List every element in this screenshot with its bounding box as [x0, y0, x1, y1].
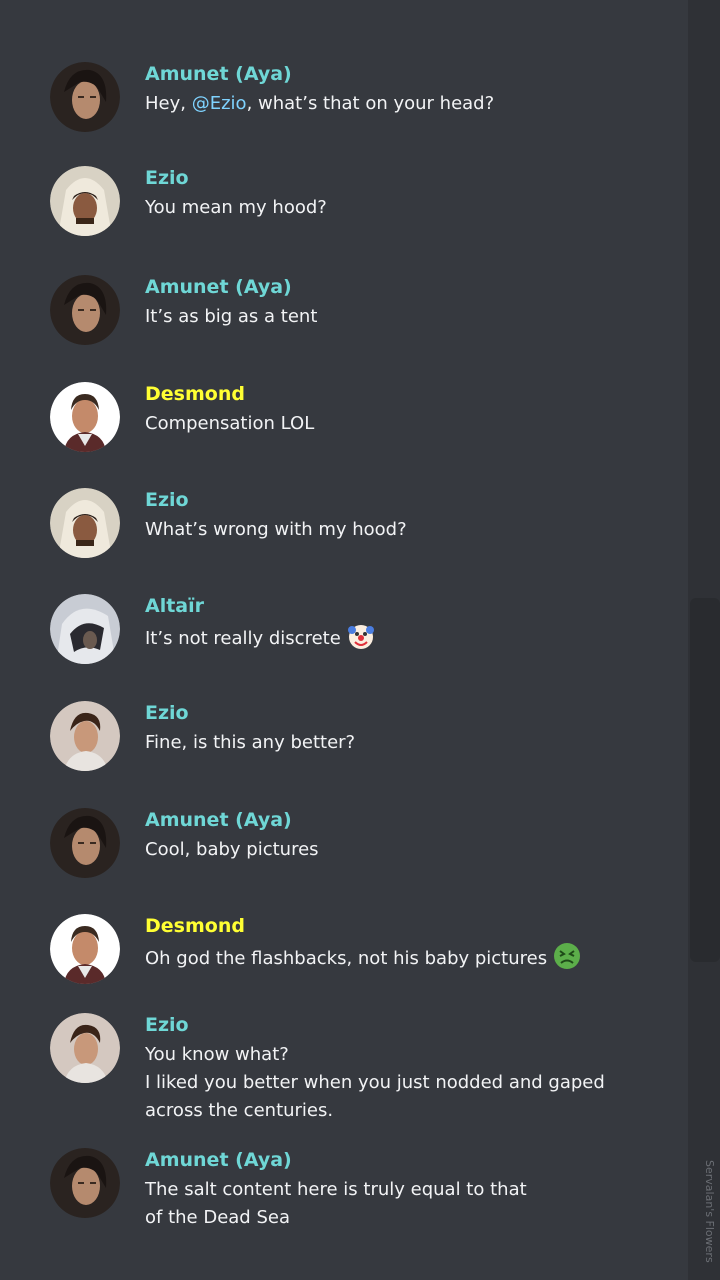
message-text: Compensation LOL	[145, 413, 315, 434]
message-text: The salt content here is truly equal to …	[145, 1179, 527, 1228]
ezio-hood-avatar[interactable]	[50, 166, 120, 236]
amunet-avatar[interactable]	[50, 62, 120, 132]
scrollbar-track[interactable]	[688, 0, 720, 1280]
message-author[interactable]: Ezio	[145, 166, 189, 190]
watermark: Servalan's Flowers	[703, 1160, 716, 1263]
message-author[interactable]: Altaïr	[145, 594, 204, 618]
desmond-avatar[interactable]	[50, 382, 120, 452]
message-author[interactable]: Ezio	[145, 1013, 189, 1037]
message-author[interactable]: Amunet (Aya)	[145, 1148, 292, 1172]
message-text: What’s wrong with my hood?	[145, 519, 407, 540]
message-text: It’s as big as a tent	[145, 306, 318, 327]
desmond-avatar[interactable]	[50, 914, 120, 984]
message-author[interactable]: Amunet (Aya)	[145, 62, 292, 86]
message-author[interactable]: Amunet (Aya)	[145, 275, 292, 299]
message-text: You know what? I liked you better when y…	[145, 1041, 615, 1125]
nauseated-emoji	[553, 942, 581, 970]
ezio-hood-avatar[interactable]	[50, 488, 120, 558]
scrollbar-thumb[interactable]	[690, 598, 720, 962]
altair-avatar[interactable]	[50, 594, 120, 664]
message-text: You mean my hood?	[145, 197, 327, 218]
message-text: Cool, baby pictures	[145, 839, 319, 860]
message-text: Oh god the flashbacks, not his baby pict…	[145, 942, 615, 973]
message-text: It’s not really discrete	[145, 622, 615, 653]
message-line: You know what?	[145, 1044, 289, 1065]
amunet-avatar[interactable]	[50, 275, 120, 345]
message-author[interactable]: Ezio	[145, 701, 189, 725]
message-author[interactable]: Desmond	[145, 382, 245, 406]
user-mention[interactable]: @Ezio	[192, 93, 247, 114]
message-line: I liked you better when you just nodded …	[145, 1072, 605, 1121]
amunet-avatar[interactable]	[50, 808, 120, 878]
clown-emoji	[347, 622, 375, 650]
message-text: Hey, @Ezio, what’s that on your head?	[145, 93, 495, 114]
chat-log: Amunet (Aya) Hey, @Ezio, what’s that on …	[0, 0, 688, 1280]
young-ezio-avatar[interactable]	[50, 1013, 120, 1083]
message-text: Fine, is this any better?	[145, 732, 356, 753]
message-author[interactable]: Desmond	[145, 914, 245, 938]
young-ezio-avatar[interactable]	[50, 701, 120, 771]
message-author[interactable]: Ezio	[145, 488, 189, 512]
message-author[interactable]: Amunet (Aya)	[145, 808, 292, 832]
amunet-avatar[interactable]	[50, 1148, 120, 1218]
